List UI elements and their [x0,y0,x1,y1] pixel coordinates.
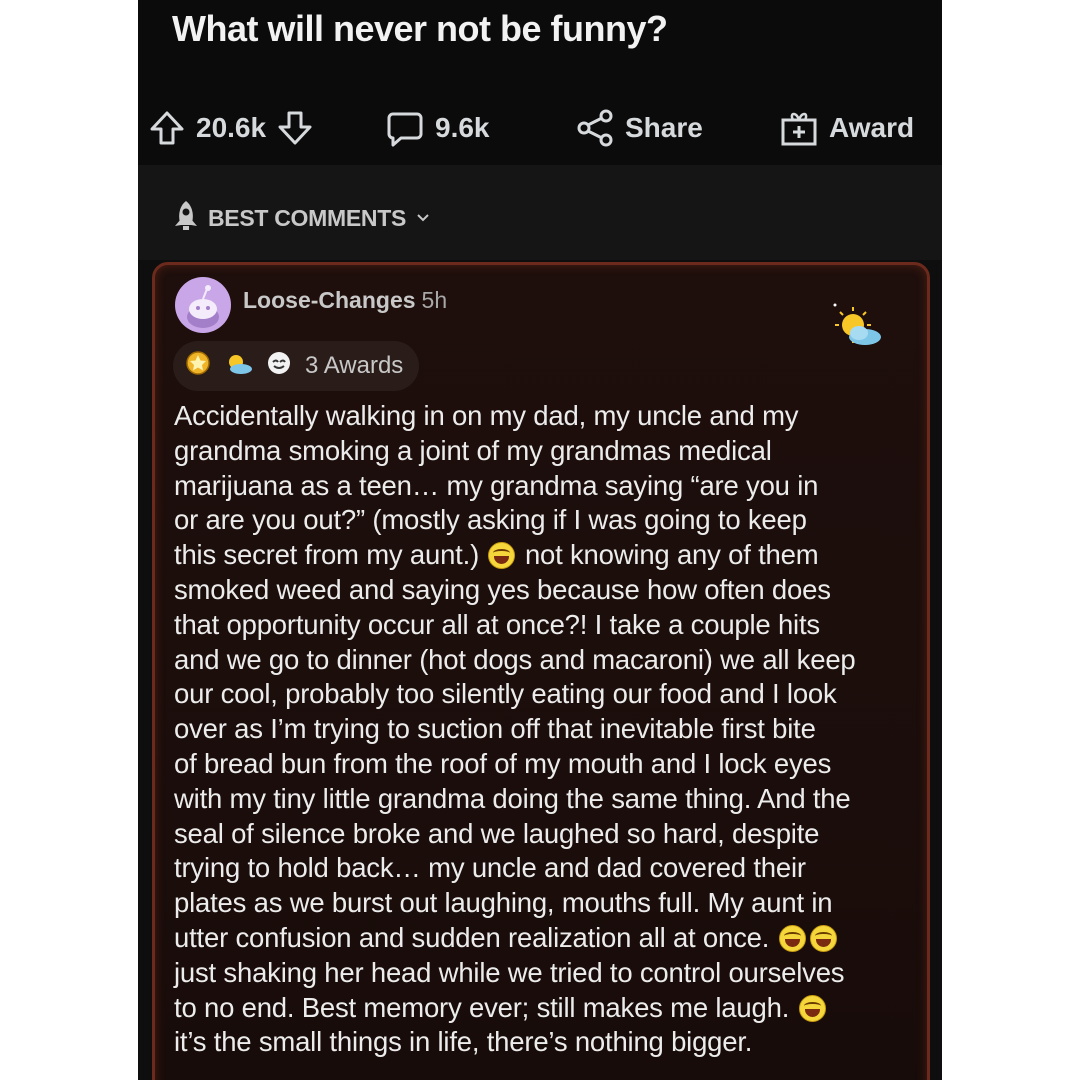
comment-line-with-emoji: to no end. Best memory ever; still makes… [174,991,934,1026]
upvote-icon[interactable] [148,109,186,147]
share-button[interactable]: Share [575,108,775,148]
laughing-emoji-icon [798,994,826,1022]
comment-body: Accidentally walking in on my dad, my un… [174,399,934,1060]
laughing-emoji-icon [778,924,806,952]
sort-label: BEST COMMENTS [208,204,406,231]
comment-icon [385,108,425,148]
comment-line: our cool, probably too silently eating o… [174,678,837,710]
rocket-icon [172,199,200,237]
comment-card: Loose-Changes 5h 3 Awards Accidentally w… [152,262,930,1080]
comment-timestamp: 5h [421,287,448,313]
upvote-count: 20.6k [196,112,267,143]
comment-line: marijuana as a teen… my grandma saying “… [174,469,819,501]
gold-star-award-icon [185,350,211,383]
award-icon [779,108,819,148]
comment-line: or are you out?” (mostly asking if I was… [174,504,807,536]
share-label: Share [625,112,703,143]
comments-button[interactable]: 9.6k [385,108,575,148]
comment-line: of bread bun from the roof of my mouth a… [174,747,832,779]
awards-count: 3 Awards [305,352,404,379]
comment-line-with-emoji: utter confusion and sudden realization a… [174,921,934,956]
award-label: Award [829,112,915,143]
comment-line: seal of silence broke and we laughed so … [174,817,820,849]
wholesome-award-icon [265,350,293,383]
chevron-down-icon [414,205,432,232]
comment-line: just shaking her head while we tried to … [174,956,845,988]
comment-line: plates as we burst out laughing, mouths … [174,887,833,919]
avatar[interactable] [175,277,231,333]
comment-line: that opportunity occur all at once?! I t… [174,608,820,640]
comment-author[interactable]: Loose-Changes 5h [243,287,447,314]
awards-pill[interactable]: 3 Awards [173,341,420,391]
comment-line: it’s the small things in life, there’s n… [174,1026,753,1058]
sort-dropdown[interactable]: BEST COMMENTS [172,199,432,237]
comment-count: 9.6k [435,112,490,143]
comment-line: with my tiny little grandma doing the sa… [174,782,851,814]
post-panel: What will never not be funny? 20.6k 9.6k [138,0,942,1080]
comment-text: utter confusion and sudden realization a… [174,921,770,953]
username[interactable]: Loose-Changes [243,287,416,313]
comment-text: to no end. Best memory ever; still makes… [174,991,790,1023]
post-action-bar: 20.6k 9.6k Share Award [148,104,928,152]
sun-flair-icon [831,303,887,356]
laughing-emoji-icon [809,924,837,952]
vote-group: 20.6k [148,109,333,147]
comment-line: and we go to dinner (hot dogs and macaro… [174,643,856,675]
comment-line: trying to hold back… my uncle and dad co… [174,852,806,884]
laughing-emoji-icon [488,542,516,570]
downvote-icon[interactable] [276,109,314,147]
comment-text: not knowing any of them [524,539,819,571]
award-button[interactable]: Award [779,108,914,148]
post-title: What will never not be funny? [172,8,668,49]
post-header: What will never not be funny? 20.6k 9.6k [138,0,942,165]
comment-line: Accidentally walking in on my dad, my un… [174,400,799,431]
comment-line: grandma smoking a joint of my grandmas m… [174,434,772,466]
sun-award-icon [223,350,253,383]
share-icon [575,108,615,148]
comment-line-with-emoji: this secret from my aunt.) not knowing a… [174,538,934,573]
comment-sort-bar: BEST COMMENTS [138,165,942,260]
comment-line: over as I’m trying to suction off that i… [174,713,816,745]
comment-line: smoked weed and saying yes because how o… [174,573,831,605]
comment-text: this secret from my aunt.) [174,539,480,571]
